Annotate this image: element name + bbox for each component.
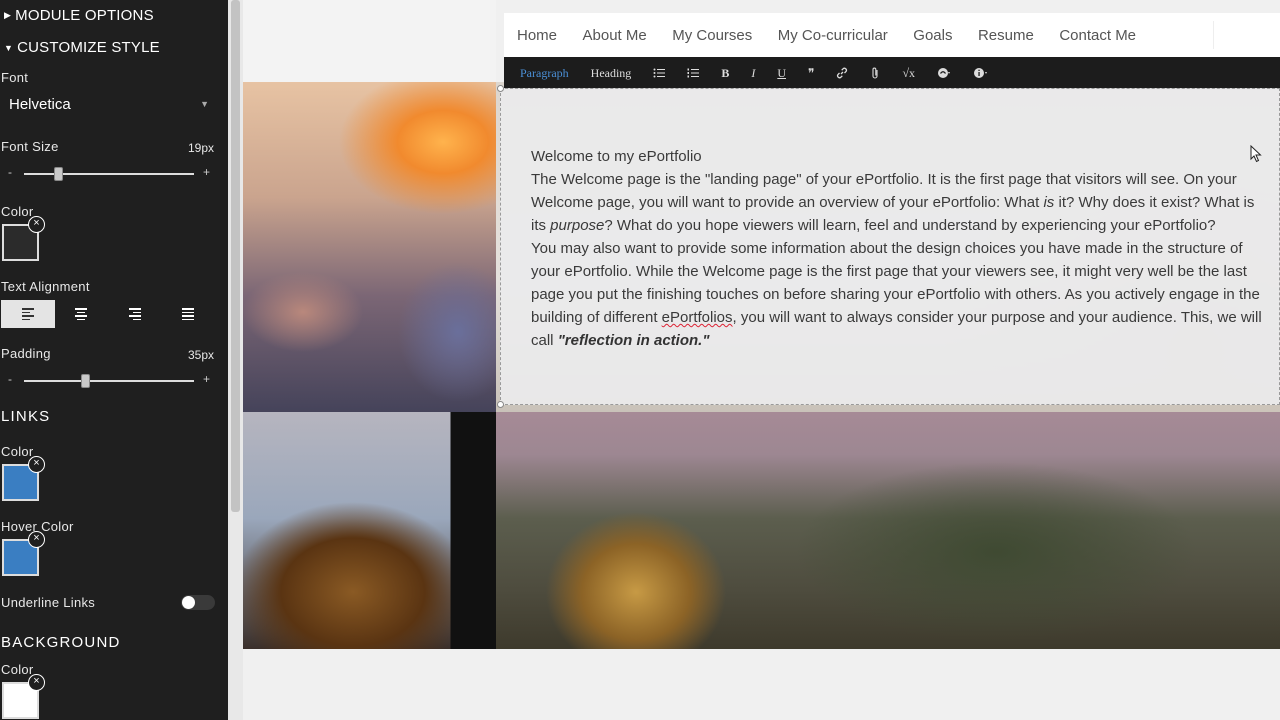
font-select-value: Helvetica <box>9 96 71 113</box>
resize-handle[interactable] <box>497 85 504 92</box>
links-heading: LINKS <box>1 408 51 425</box>
hover-color-swatch[interactable]: × <box>2 531 45 576</box>
remove-color-icon[interactable]: × <box>28 531 45 548</box>
slider-minus-button[interactable]: - <box>8 165 12 179</box>
text-color-swatch[interactable]: × <box>2 216 45 261</box>
underline-button[interactable]: U <box>777 66 786 81</box>
text-alignment-label: Text Alignment <box>1 279 90 294</box>
font-label: Font <box>1 70 29 85</box>
nav-item-goals[interactable]: Goals <box>913 27 952 44</box>
font-size-label: Font Size <box>1 139 59 154</box>
text-alignment-group <box>1 300 215 328</box>
remove-color-icon[interactable]: × <box>28 674 45 691</box>
special-character-icon[interactable] <box>937 67 951 79</box>
forest-coast-photo <box>496 412 1280 649</box>
font-size-slider[interactable]: - + <box>8 165 210 181</box>
math-button[interactable]: √x <box>902 66 915 81</box>
style-sidebar: ▶ MODULE OPTIONS ▼ CUSTOMIZE STYLE Font … <box>0 0 228 720</box>
text-run: ? What do you hope viewers will learn, f… <box>604 217 1216 234</box>
nav-item-home[interactable]: Home <box>517 27 557 44</box>
mouse-cursor-icon <box>1250 145 1262 163</box>
module-options-label: MODULE OPTIONS <box>15 7 154 24</box>
align-right-icon <box>128 308 141 320</box>
padding-label: Padding <box>1 346 51 361</box>
background-color-label: Color <box>1 662 34 677</box>
page-footer-area <box>243 649 1280 720</box>
paperclip-icon[interactable] <box>870 67 880 80</box>
welcome-paragraph: The Welcome page is the "landing page" o… <box>531 168 1271 237</box>
header-blank <box>243 0 496 82</box>
reflection-quote: "reflection in action." <box>557 332 710 349</box>
dropdown-arrow-icon: ▼ <box>200 99 209 109</box>
background-heading: BACKGROUND <box>1 634 121 651</box>
slider-track <box>24 173 194 175</box>
nav-item-about-me[interactable]: About Me <box>583 27 647 44</box>
align-left-icon <box>21 308 34 320</box>
rocks-coast-photo <box>243 412 496 649</box>
paragraph-button[interactable]: Paragraph <box>520 66 569 81</box>
slider-plus-button[interactable]: + <box>203 165 210 179</box>
nav-item-resume[interactable]: Resume <box>978 27 1034 44</box>
numbered-list-icon[interactable] <box>687 68 700 78</box>
module-options-toggle[interactable]: ▶ MODULE OPTIONS <box>4 7 154 24</box>
align-center-icon <box>75 308 88 320</box>
emphasis-text: purpose <box>550 217 605 234</box>
underline-links-label: Underline Links <box>1 595 96 610</box>
nav-divider <box>1213 21 1214 49</box>
editor-content[interactable]: Welcome to my ePortfolio The Welcome pag… <box>531 145 1271 352</box>
background-color-swatch[interactable]: × <box>2 674 45 719</box>
misspelled-word: ePortfolios <box>661 309 733 326</box>
scrollbar-thumb[interactable] <box>231 0 240 512</box>
font-select[interactable]: Helvetica ▼ <box>9 96 209 116</box>
design-paragraph: You may also want to provide some inform… <box>531 237 1271 352</box>
link-icon[interactable] <box>836 67 848 79</box>
sunset-people-photo <box>243 82 496 412</box>
welcome-heading: Welcome to my ePortfolio <box>531 148 702 165</box>
padding-value: 35px <box>187 348 214 362</box>
slider-handle[interactable] <box>54 167 63 181</box>
page-canvas: Home About Me My Courses My Co-curricula… <box>243 0 1280 720</box>
remove-color-icon[interactable]: × <box>28 456 45 473</box>
italic-button[interactable]: I <box>751 66 755 81</box>
nav-item-contact-me[interactable]: Contact Me <box>1059 27 1136 44</box>
links-color-label: Color <box>1 444 34 459</box>
slider-handle[interactable] <box>81 374 91 388</box>
slider-minus-button[interactable]: - <box>8 372 12 386</box>
editor-toolbar: Paragraph Heading B I U ❞ √x <box>504 57 1280 89</box>
slider-track <box>24 380 194 382</box>
align-left-button[interactable] <box>1 300 55 328</box>
customize-style-label: CUSTOMIZE STYLE <box>17 39 160 56</box>
nav-item-my-courses[interactable]: My Courses <box>672 27 752 44</box>
heading-button[interactable]: Heading <box>591 66 632 81</box>
site-navigation: Home About Me My Courses My Co-curricula… <box>504 13 1280 57</box>
toggle-knob <box>182 596 195 609</box>
sidebar-scrollbar[interactable] <box>228 0 243 720</box>
align-center-button[interactable] <box>55 300 109 328</box>
emphasis-text: is <box>1043 194 1055 211</box>
align-justify-button[interactable] <box>162 300 216 328</box>
align-right-button[interactable] <box>108 300 162 328</box>
caret-right-icon: ▶ <box>4 10 12 20</box>
bold-button[interactable]: B <box>721 66 729 81</box>
nav-item-my-co-curricular[interactable]: My Co-curricular <box>778 27 888 44</box>
padding-slider[interactable]: - + <box>8 372 210 388</box>
links-color-swatch[interactable]: × <box>2 456 45 501</box>
underline-links-toggle[interactable] <box>181 595 215 610</box>
caret-down-icon: ▼ <box>4 42 14 53</box>
color-label: Color <box>1 204 34 219</box>
resize-handle[interactable] <box>497 401 504 408</box>
text-editor-block[interactable]: Welcome to my ePortfolio The Welcome pag… <box>497 85 1280 408</box>
slider-plus-button[interactable]: + <box>203 372 210 386</box>
bulleted-list-icon[interactable] <box>653 68 666 78</box>
info-icon[interactable] <box>973 67 989 79</box>
align-justify-icon <box>182 308 195 320</box>
remove-color-icon[interactable]: × <box>28 216 45 233</box>
quote-button[interactable]: ❞ <box>808 66 814 81</box>
customize-style-toggle[interactable]: ▼ CUSTOMIZE STYLE <box>4 39 160 56</box>
font-size-value: 19px <box>187 141 214 155</box>
